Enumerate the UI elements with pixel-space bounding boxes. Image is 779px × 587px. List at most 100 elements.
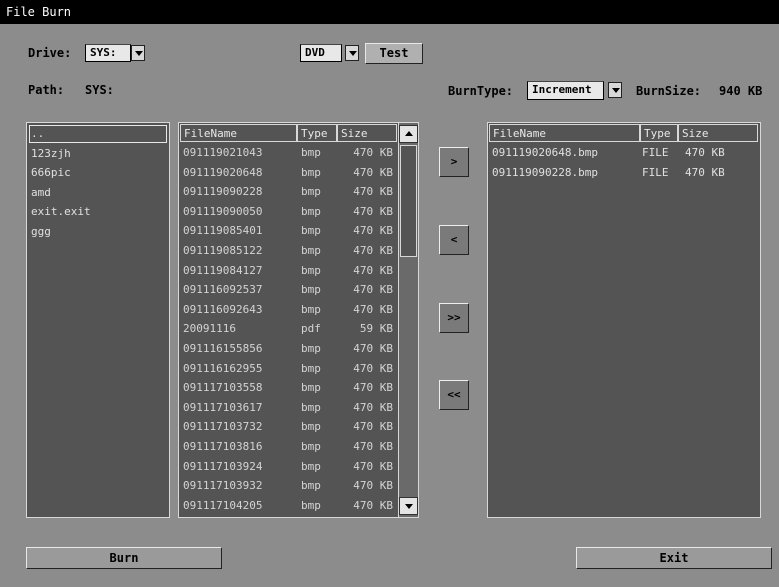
source-filename: 20091116 bbox=[183, 322, 236, 336]
source-size: 470 KB bbox=[353, 165, 393, 179]
source-filename: 091117103732 bbox=[183, 420, 263, 434]
source-filename: 091119090050 bbox=[183, 204, 263, 218]
target-header-type[interactable]: Type bbox=[640, 124, 678, 142]
test-button[interactable]: Test bbox=[365, 43, 423, 64]
table-row[interactable]: 091117103932 bmp 470 KB bbox=[179, 476, 398, 496]
source-filename: 091117103924 bbox=[183, 459, 263, 473]
source-header-type[interactable]: Type bbox=[297, 124, 337, 142]
burn-button[interactable]: Burn bbox=[26, 547, 222, 569]
source-type: bmp bbox=[301, 479, 321, 493]
target-header-filename[interactable]: FileName bbox=[489, 124, 640, 142]
source-type: bmp bbox=[301, 361, 321, 375]
table-row[interactable]: 091119085401 bmp 470 KB bbox=[179, 221, 398, 241]
folder-selection-highlight bbox=[29, 125, 167, 143]
window-title: File Burn bbox=[0, 0, 779, 24]
drive-select[interactable]: SYS: bbox=[85, 44, 131, 62]
source-size: 470 KB bbox=[353, 146, 393, 159]
table-row[interactable]: 091119020648.bmp FILE 470 KB bbox=[488, 143, 760, 163]
scroll-thumb[interactable] bbox=[400, 145, 417, 257]
table-row[interactable]: 091116155856 bmp 470 KB bbox=[179, 339, 398, 359]
source-filename: 091116092537 bbox=[183, 283, 263, 297]
add-selected-button[interactable]: > bbox=[439, 147, 469, 177]
source-header-size[interactable]: Size bbox=[337, 124, 397, 142]
folder-list[interactable]: .. 123zjh 666pic amd exit.exit ggg bbox=[26, 122, 170, 518]
source-size: 470 KB bbox=[353, 263, 393, 277]
device-dropdown-chevron-down-icon[interactable] bbox=[345, 45, 359, 61]
target-header-size[interactable]: Size bbox=[678, 124, 758, 142]
source-type: bmp bbox=[301, 459, 321, 473]
source-type: bmp bbox=[301, 244, 321, 257]
table-row[interactable]: 091119020648 bmp 470 KB bbox=[179, 163, 398, 183]
source-type: bmp bbox=[301, 224, 321, 238]
source-size: 470 KB bbox=[353, 342, 393, 355]
folder-item[interactable]: exit.exit bbox=[31, 202, 91, 222]
source-header-filename[interactable]: FileName bbox=[180, 124, 297, 142]
table-row[interactable]: 091117104205 bmp 470 KB bbox=[179, 496, 398, 516]
scroll-up-arrow-icon[interactable] bbox=[399, 125, 418, 143]
drive-dropdown-chevron-down-icon[interactable] bbox=[131, 45, 145, 61]
target-type: FILE bbox=[642, 146, 669, 159]
exit-button[interactable]: Exit bbox=[576, 547, 772, 569]
table-row[interactable]: 091119090228 bmp 470 KB bbox=[179, 182, 398, 202]
source-size: 470 KB bbox=[353, 204, 393, 218]
folder-item[interactable]: .. bbox=[31, 124, 44, 144]
source-filename: 091119085401 bbox=[183, 224, 263, 238]
file-burn-window: File Burn Drive: SYS: DVD Test Path: SYS… bbox=[0, 0, 779, 587]
path-label: Path: bbox=[28, 83, 65, 97]
folder-item[interactable]: 666pic bbox=[31, 163, 71, 183]
source-size: 470 KB bbox=[353, 283, 393, 297]
source-filename: 091119021043 bbox=[183, 146, 263, 159]
table-row[interactable]: 091117103732 bmp 470 KB bbox=[179, 417, 398, 437]
scroll-down-arrow-icon[interactable] bbox=[399, 497, 418, 515]
burn-list-table[interactable]: FileName Type Size 091119020648.bmp FILE 4… bbox=[487, 122, 761, 518]
table-row[interactable]: 091119021043 bmp 470 KB bbox=[179, 143, 398, 163]
folder-item[interactable]: 123zjh bbox=[31, 144, 71, 164]
burn-type-dropdown-chevron-down-icon[interactable] bbox=[608, 82, 622, 98]
table-row[interactable]: 091116092643 bmp 470 KB bbox=[179, 300, 398, 320]
source-filename: 091117103816 bbox=[183, 440, 263, 453]
source-type: bmp bbox=[301, 498, 321, 512]
table-row[interactable]: 091119090228.bmp FILE 470 KB bbox=[488, 163, 760, 183]
table-row[interactable]: 091117103816 bmp 470 KB bbox=[179, 437, 398, 457]
table-row[interactable]: 091117103558 bmp 470 KB bbox=[179, 378, 398, 398]
source-size: 470 KB bbox=[353, 498, 393, 512]
source-type: bmp bbox=[301, 165, 321, 179]
source-filename: 091119020648 bbox=[183, 165, 263, 179]
device-select[interactable]: DVD bbox=[300, 44, 342, 62]
remove-all-button[interactable]: << bbox=[439, 380, 469, 410]
source-type: bmp bbox=[301, 420, 321, 434]
source-filename: 091119090228 bbox=[183, 185, 263, 199]
add-all-button[interactable]: >> bbox=[439, 303, 469, 333]
remove-selected-button[interactable]: < bbox=[439, 225, 469, 255]
source-size: 470 KB bbox=[353, 400, 393, 414]
source-filename: 091117103932 bbox=[183, 479, 263, 493]
source-size: 470 KB bbox=[353, 440, 393, 453]
table-row[interactable]: 091119084127 bmp 470 KB bbox=[179, 261, 398, 281]
source-filename: 091116162955 bbox=[183, 361, 263, 375]
source-scrollbar[interactable] bbox=[398, 123, 418, 517]
source-type: bmp bbox=[301, 283, 321, 297]
table-row[interactable]: 091116092537 bmp 470 KB bbox=[179, 280, 398, 300]
table-row[interactable]: 091116162955 bmp 470 KB bbox=[179, 359, 398, 379]
table-row[interactable]: 091119090050 bmp 470 KB bbox=[179, 202, 398, 222]
source-type: bmp bbox=[301, 342, 321, 355]
burn-type-select[interactable]: Increment bbox=[527, 81, 604, 100]
table-row[interactable]: 20091116 pdf 59 KB bbox=[179, 319, 398, 339]
target-size: 470 KB bbox=[685, 165, 725, 179]
target-filename: 091119020648.bmp bbox=[492, 146, 598, 159]
source-type: bmp bbox=[301, 146, 321, 159]
target-filename: 091119090228.bmp bbox=[492, 165, 598, 179]
table-row[interactable]: 091119085122 bmp 470 KB bbox=[179, 241, 398, 261]
folder-item[interactable]: ggg bbox=[31, 222, 51, 242]
source-filename: 091119085122 bbox=[183, 244, 263, 257]
source-size: 470 KB bbox=[353, 361, 393, 375]
table-row[interactable]: 091117103617 bmp 470 KB bbox=[179, 398, 398, 418]
source-type: bmp bbox=[301, 440, 321, 453]
source-filename: 091116092643 bbox=[183, 302, 263, 316]
folder-item[interactable]: amd bbox=[31, 183, 51, 203]
source-filename: 091117104205 bbox=[183, 498, 263, 512]
table-row[interactable]: 091117103924 bmp 470 KB bbox=[179, 457, 398, 477]
source-file-table[interactable]: FileName Type Size 091119021043 bmp 470 KB… bbox=[178, 122, 419, 518]
target-type: FILE bbox=[642, 165, 669, 179]
source-type: bmp bbox=[301, 381, 321, 395]
